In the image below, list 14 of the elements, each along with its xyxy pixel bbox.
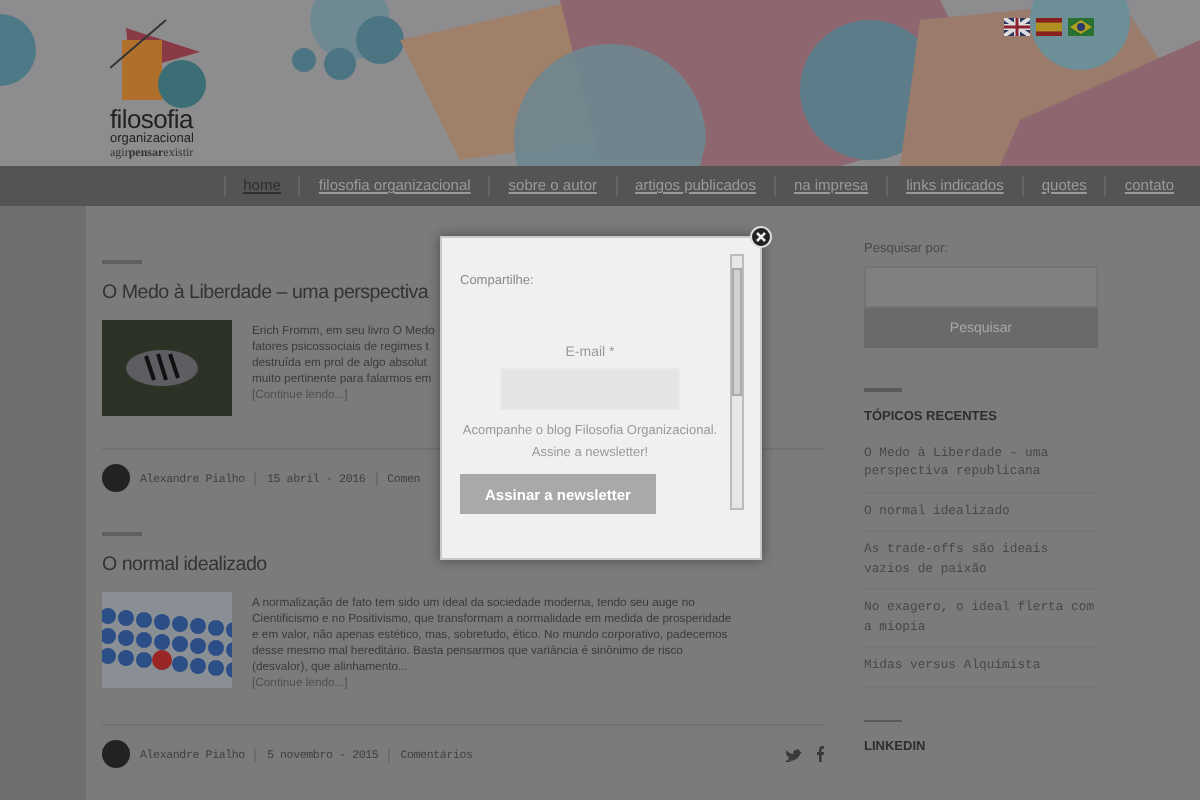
post-title[interactable]: O normal idealizado xyxy=(102,554,267,576)
facebook-icon[interactable] xyxy=(814,746,824,762)
close-icon[interactable] xyxy=(750,226,772,248)
post-thumbnail-photo[interactable] xyxy=(102,320,232,416)
scrollbar[interactable] xyxy=(730,254,744,510)
post-thumbnail-photo[interactable] xyxy=(102,592,232,688)
flag-icon[interactable] xyxy=(1068,18,1094,36)
logo-title: filosofia xyxy=(110,108,196,132)
post-title[interactable]: O Medo à Liberdade – uma perspectiva xyxy=(102,282,429,304)
avatar-icon xyxy=(102,740,130,768)
avatar-icon xyxy=(102,464,130,492)
scrollbar-thumb[interactable] xyxy=(732,268,742,396)
flag-icon[interactable] xyxy=(1004,18,1030,36)
twitter-icon[interactable] xyxy=(786,747,802,761)
